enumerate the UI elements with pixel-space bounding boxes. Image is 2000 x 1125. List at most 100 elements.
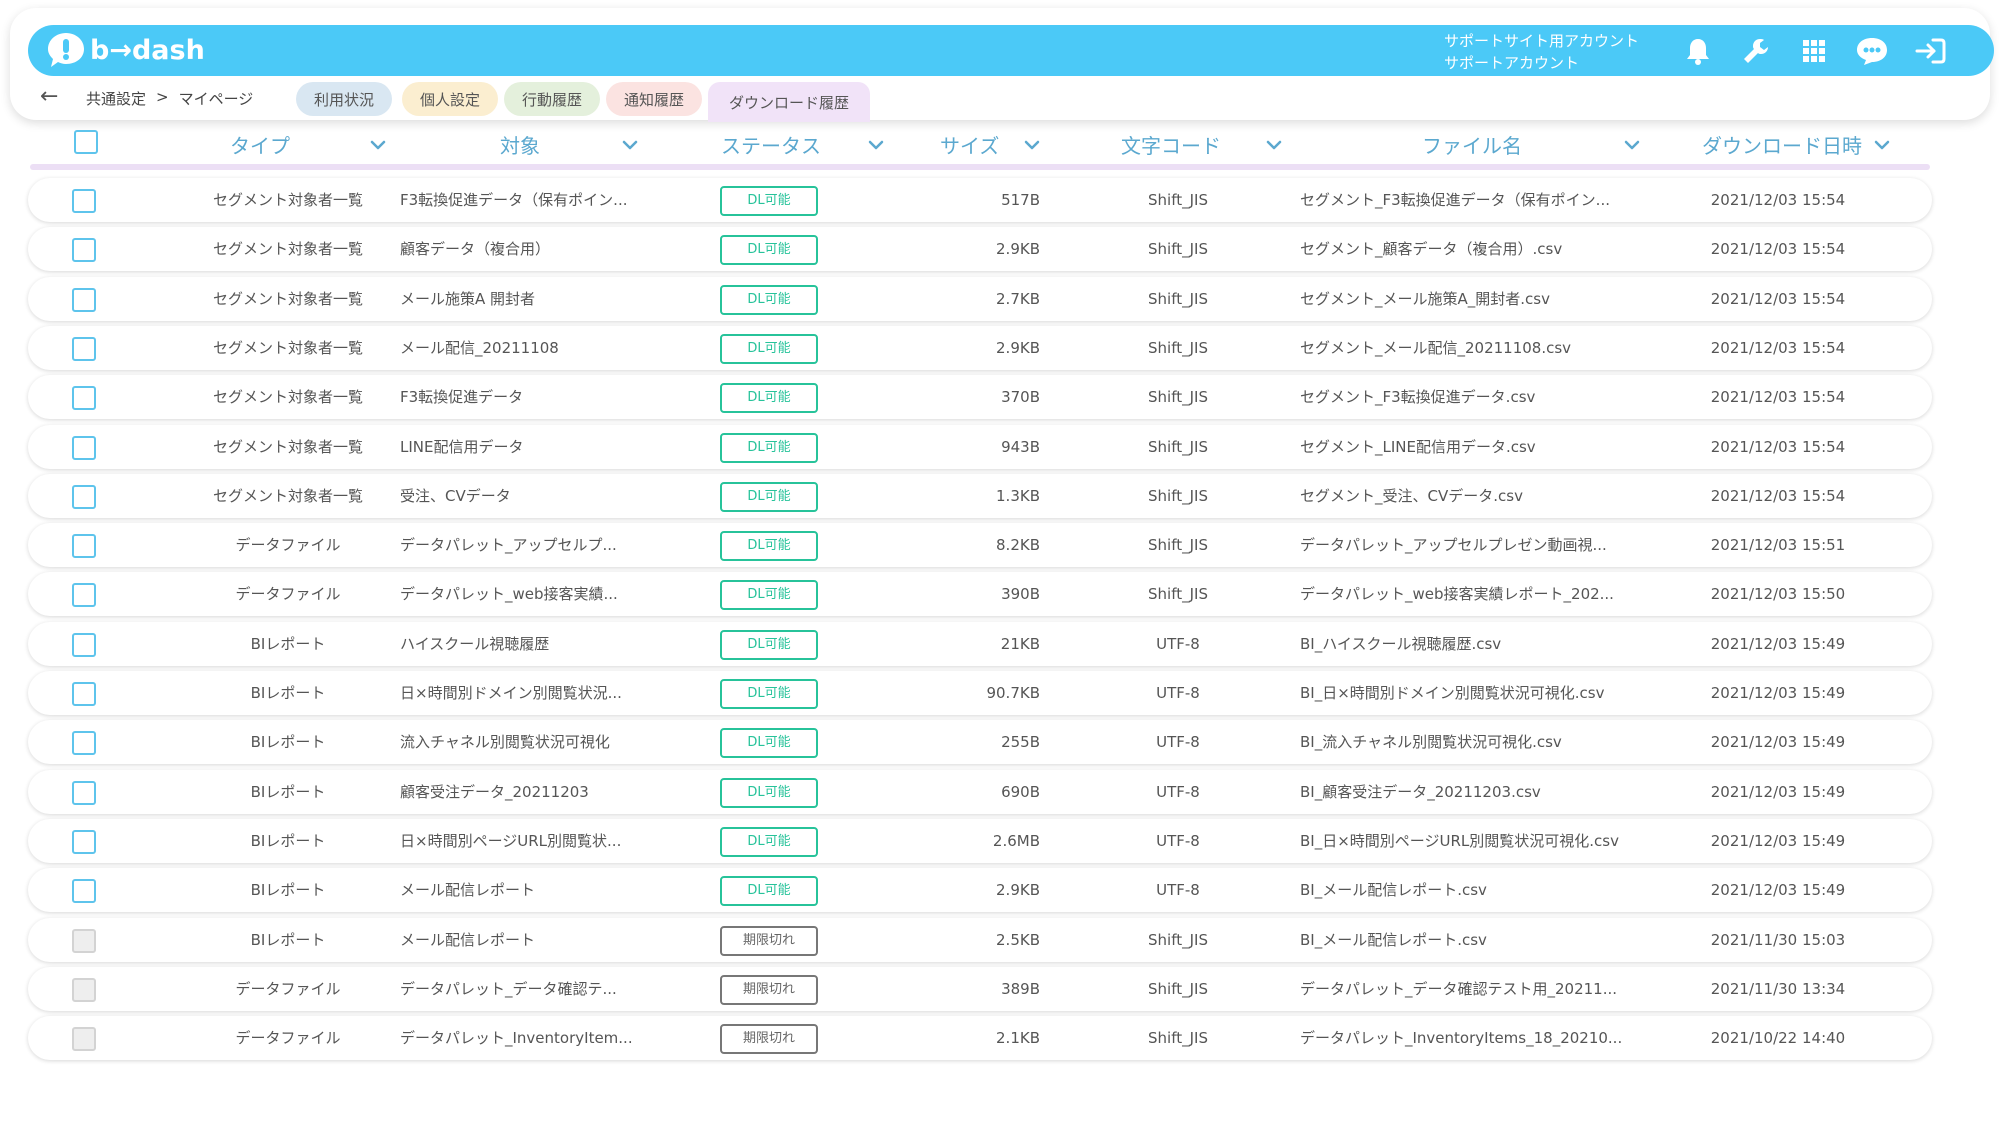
row-checkbox[interactable] xyxy=(72,682,96,706)
grid-icon[interactable] xyxy=(1796,33,1832,69)
table-row[interactable]: セグメント対象者一覧 F3転換促進データ（保有ポイン... DL可能 517B Shif… xyxy=(28,178,1932,222)
row-checkbox[interactable] xyxy=(72,830,96,854)
table-row[interactable]: データファイル データパレット_web接客実績... DL可能 390B Shift_J… xyxy=(28,572,1932,616)
table-row[interactable]: セグメント対象者一覧 メール配信_20211108 DL可能 2.9KB Shift_J… xyxy=(28,326,1932,370)
table-row[interactable]: セグメント対象者一覧 メール施策A 開封者 DL可能 2.7KB Shift_JIS セグ… xyxy=(28,277,1932,321)
status-badge[interactable]: DL可能 xyxy=(720,827,818,857)
table-row[interactable]: BIレポート ハイスクール視聴履歴 DL可能 21KB UTF-8 BI_ハイスクール視聴… xyxy=(28,622,1932,666)
chevron-down-icon[interactable] xyxy=(1874,136,1890,155)
wrench-icon[interactable] xyxy=(1738,33,1774,69)
cell-download-datetime: 2021/12/03 15:54 xyxy=(1710,240,1846,258)
status-badge[interactable]: DL可能 xyxy=(720,531,818,561)
status-badge[interactable]: DL可能 xyxy=(720,433,818,463)
cell-size: 90.7KB xyxy=(986,684,1040,702)
status-badge[interactable]: DL可能 xyxy=(720,876,818,906)
column-header-target[interactable]: 対象 xyxy=(500,130,540,159)
cell-filename: BI_メール配信レポート.csv xyxy=(1300,881,1487,899)
row-checkbox[interactable] xyxy=(72,337,96,361)
chevron-down-icon[interactable] xyxy=(1266,136,1282,155)
row-checkbox[interactable] xyxy=(72,633,96,657)
cell-encoding: UTF-8 xyxy=(1156,733,1200,751)
row-checkbox[interactable] xyxy=(72,879,96,903)
status-badge: 期限切れ xyxy=(720,975,818,1005)
table-row[interactable]: データファイル データパレット_データ確認テ... 期限切れ 389B Shift_JI… xyxy=(28,967,1932,1011)
cell-size: 370B xyxy=(1001,388,1040,406)
table-row[interactable]: BIレポート 日×時間別ドメイン別閲覧状況... DL可能 90.7KB UTF-8 BI… xyxy=(28,671,1932,715)
table-row[interactable]: セグメント対象者一覧 顧客データ（複合用） DL可能 2.9KB Shift_JIS セグ… xyxy=(28,227,1932,271)
row-checkbox[interactable] xyxy=(72,583,96,607)
cell-filename: BI_日×時間別ドメイン別閲覧状況可視化.csv xyxy=(1300,684,1605,702)
status-badge[interactable]: DL可能 xyxy=(720,679,818,709)
back-arrow-icon[interactable]: ← xyxy=(40,84,58,109)
tab-usage[interactable]: 利用状況 xyxy=(296,82,392,116)
cell-target: ハイスクール視聴履歴 xyxy=(400,635,550,653)
tab-personal-settings[interactable]: 個人設定 xyxy=(402,82,498,116)
logout-icon[interactable] xyxy=(1912,33,1948,69)
row-checkbox[interactable] xyxy=(72,485,96,509)
status-badge[interactable]: DL可能 xyxy=(720,580,818,610)
cell-encoding: Shift_JIS xyxy=(1148,487,1208,505)
table-row[interactable]: セグメント対象者一覧 F3転換促進データ DL可能 370B Shift_JIS セグメン… xyxy=(28,375,1932,419)
tab-notification-history[interactable]: 通知履歴 xyxy=(606,82,702,116)
row-checkbox[interactable] xyxy=(72,386,96,410)
breadcrumb-item-mypage[interactable]: マイページ xyxy=(179,88,254,109)
status-badge[interactable]: DL可能 xyxy=(720,285,818,315)
table-row[interactable]: BIレポート 流入チャネル別閲覧状況可視化 DL可能 255B UTF-8 BI_流入チャ… xyxy=(28,720,1932,764)
cell-filename: データパレット_web接客実績レポート_202... xyxy=(1300,585,1614,603)
tab-download-history[interactable]: ダウンロード履歴 xyxy=(708,82,870,122)
row-checkbox[interactable] xyxy=(72,288,96,312)
cell-size: 389B xyxy=(1001,980,1040,998)
chevron-down-icon[interactable] xyxy=(1624,136,1640,155)
column-header-size[interactable]: サイズ xyxy=(940,130,999,159)
status-badge[interactable]: DL可能 xyxy=(720,728,818,758)
row-checkbox xyxy=(72,929,96,953)
column-header-status[interactable]: ステータス xyxy=(721,130,821,159)
select-all-checkbox[interactable] xyxy=(74,130,98,154)
top-bar: b→dash サポートサイト用アカウント サポートアカウント xyxy=(28,25,1994,76)
cell-size: 8.2KB xyxy=(996,536,1040,554)
table-row[interactable]: BIレポート メール配信レポート DL可能 2.9KB UTF-8 BI_メール配信レポー… xyxy=(28,868,1932,912)
row-checkbox[interactable] xyxy=(72,781,96,805)
row-checkbox[interactable] xyxy=(72,731,96,755)
logo[interactable]: b→dash xyxy=(46,30,205,70)
table-row[interactable]: データファイル データパレット_アップセルプ... DL可能 8.2KB Shift_J… xyxy=(28,523,1932,567)
column-header-type[interactable]: タイプ xyxy=(230,130,290,159)
cell-type: BIレポート xyxy=(250,635,326,653)
chevron-down-icon[interactable] xyxy=(622,136,638,155)
table-row[interactable]: BIレポート 顧客受注データ_20211203 DL可能 690B UTF-8 BI_顧客… xyxy=(28,770,1932,814)
table-row[interactable]: BIレポート 日×時間別ページURL別閲覧状... DL可能 2.6MB UTF-8 BI… xyxy=(28,819,1932,863)
table-row[interactable]: セグメント対象者一覧 受注、CVデータ DL可能 1.3KB Shift_JIS セグメン… xyxy=(28,474,1932,518)
cell-filename: セグメント_F3転換促進データ.csv xyxy=(1300,388,1536,406)
status-badge[interactable]: DL可能 xyxy=(720,186,818,216)
status-badge[interactable]: DL可能 xyxy=(720,630,818,660)
chevron-down-icon[interactable] xyxy=(868,136,884,155)
cell-target: メール配信_20211108 xyxy=(400,339,559,357)
account-info[interactable]: サポートサイト用アカウント サポートアカウント xyxy=(1444,30,1639,74)
status-badge[interactable]: DL可能 xyxy=(720,383,818,413)
column-header-download-datetime[interactable]: ダウンロード日時 xyxy=(1702,130,1862,159)
row-checkbox[interactable] xyxy=(72,534,96,558)
table-row[interactable]: データファイル データパレット_InventoryItem... 期限切れ 2.1KB… xyxy=(28,1016,1932,1060)
status-badge[interactable]: DL可能 xyxy=(720,235,818,265)
row-checkbox[interactable] xyxy=(72,238,96,262)
column-header-encoding[interactable]: 文字コード xyxy=(1121,130,1221,159)
cell-download-datetime: 2021/12/03 15:54 xyxy=(1710,487,1846,505)
tab-activity-history[interactable]: 行動履歴 xyxy=(504,82,600,116)
cell-target: 日×時間別ドメイン別閲覧状況... xyxy=(400,684,622,702)
row-checkbox[interactable] xyxy=(72,189,96,213)
bell-icon[interactable] xyxy=(1680,33,1716,69)
column-header-filename[interactable]: ファイル名 xyxy=(1422,130,1522,159)
status-badge[interactable]: DL可能 xyxy=(720,334,818,364)
chevron-down-icon[interactable] xyxy=(1024,136,1040,155)
cell-download-datetime: 2021/11/30 13:34 xyxy=(1710,980,1846,998)
chevron-down-icon[interactable] xyxy=(370,136,386,155)
breadcrumb-item-common-settings[interactable]: 共通設定 xyxy=(86,88,146,109)
row-checkbox[interactable] xyxy=(72,436,96,460)
status-badge[interactable]: DL可能 xyxy=(720,482,818,512)
cell-encoding: Shift_JIS xyxy=(1148,191,1208,209)
cell-target: 受注、CVデータ xyxy=(400,487,511,505)
status-badge[interactable]: DL可能 xyxy=(720,778,818,808)
chat-bubble-icon[interactable] xyxy=(1854,33,1890,69)
table-row[interactable]: BIレポート メール配信レポート 期限切れ 2.5KB Shift_JIS BI_メール配… xyxy=(28,918,1932,962)
table-row[interactable]: セグメント対象者一覧 LINE配信用データ DL可能 943B Shift_JIS セグメ… xyxy=(28,425,1932,469)
